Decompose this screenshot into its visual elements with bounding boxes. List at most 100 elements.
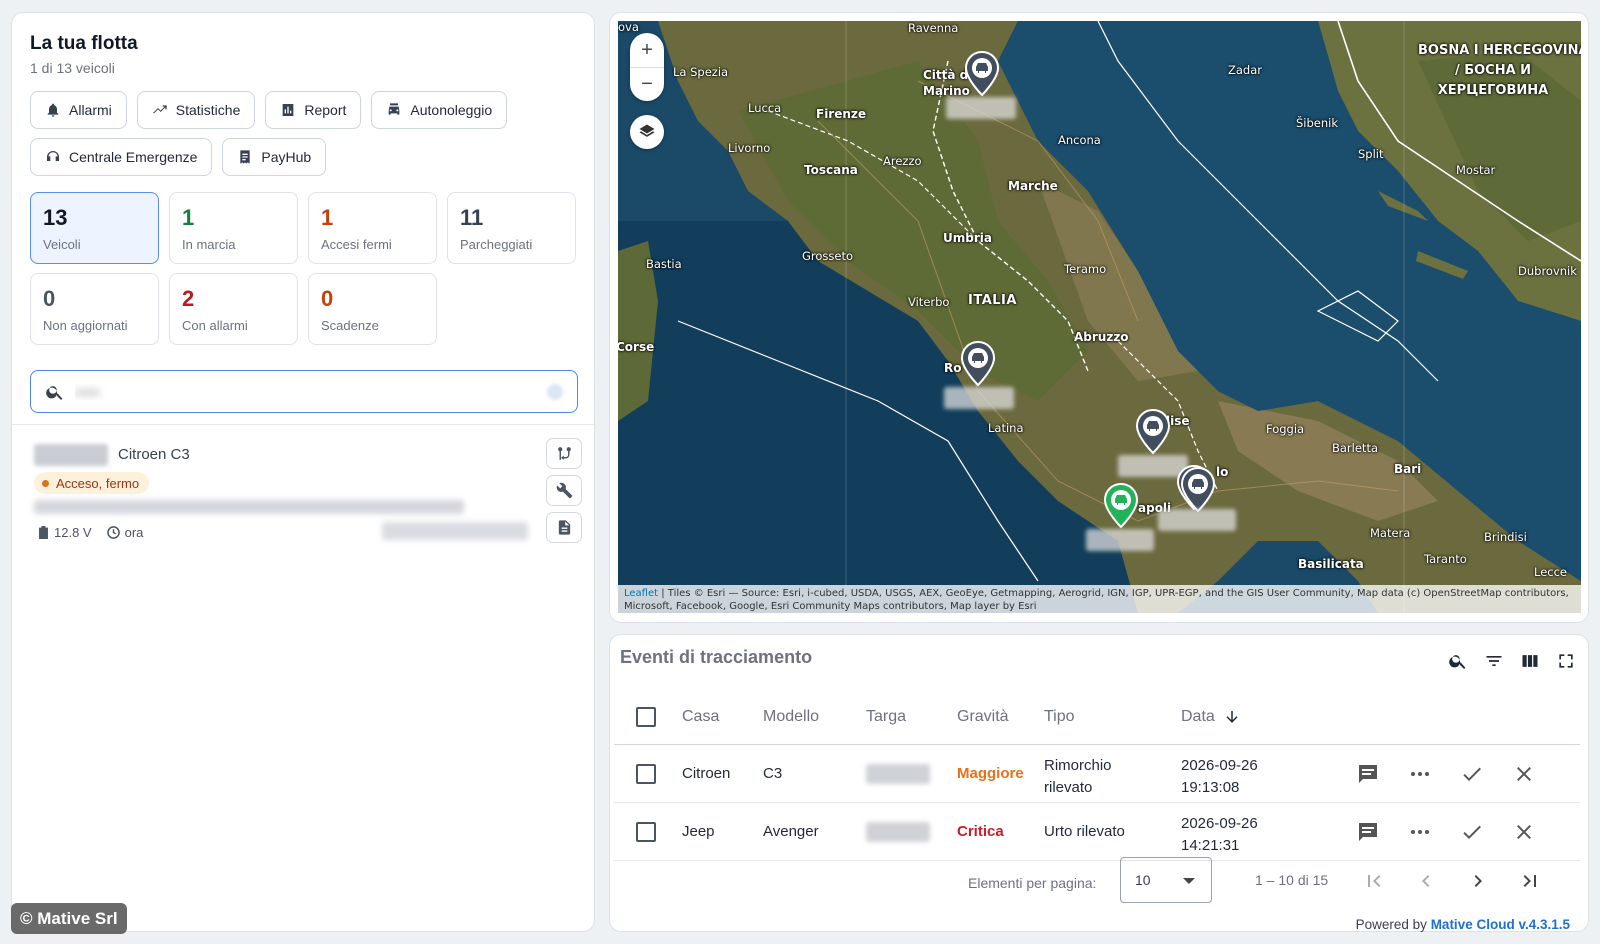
map-label: Brindisi [1484,530,1527,544]
map-label: La Spezia [673,65,729,79]
vehicle-actions [546,438,582,543]
fullscreen-icon[interactable] [1556,651,1576,671]
cell-model: Avenger [763,823,819,840]
column-header-plate[interactable]: Targa [866,689,906,744]
paginator: Elementi per pagina: 10 1 – 10 di 15 [610,857,1590,907]
column-header-date[interactable]: Data [1181,689,1241,744]
layers-button[interactable] [630,115,664,149]
copyright-watermark: © Mative Srl [11,903,127,934]
stat-parked[interactable]: 11 Parcheggiati [447,192,576,264]
stat-deadlines[interactable]: 0 Scadenze [308,273,437,345]
map-label: ITALIA [968,293,1017,308]
close-icon [1517,767,1531,781]
document-button[interactable] [546,512,582,543]
map-label: Šibenik [1296,116,1339,130]
search-icon [46,385,63,400]
maintenance-button[interactable] [546,475,582,506]
vehicle-status-text: Acceso, fermo [56,475,140,491]
table-row[interactable]: Citroen C3 Maggiore Rimorchio rilevato 20… [614,745,1580,803]
car-rental-icon [389,103,400,115]
row-checkbox-cell [636,745,656,802]
comment-button[interactable] [1356,820,1380,844]
map-label: Latina [988,421,1024,435]
stat-running[interactable]: 1 In marcia [169,192,298,264]
more-button[interactable] [1408,820,1432,844]
stat-not-updated[interactable]: 0 Non aggiornati [30,273,159,345]
zoom-out-button[interactable]: − [630,67,664,101]
leaflet-link[interactable]: Leaflet [624,588,658,599]
map-label-line: / БОСНА И [1454,63,1532,78]
map-label: Marche [1008,179,1058,193]
fleet-map[interactable]: + − Ravenna ova La Spezia Città di Marin… [618,21,1581,613]
vehicle-marker-label-redacted [946,97,1016,119]
vehicle-marker-icon[interactable] [1180,467,1216,513]
column-header-model[interactable]: Modello [763,689,819,744]
stat-value: 2 [182,286,195,311]
car-rental-button-label: Autonoleggio [410,102,493,118]
map-label: Mostar [1456,163,1496,177]
type-line: Rimorchio [1044,757,1112,774]
stat-label: Parcheggiati [460,237,533,252]
vehicle-marker-running-icon[interactable] [1103,483,1139,529]
last-page-button[interactable] [1518,869,1542,893]
vehicle-marker-icon[interactable] [1135,409,1171,455]
chevron-right-icon [1474,875,1482,887]
filter-icon[interactable] [1484,651,1504,671]
column-header-type[interactable]: Tipo [1044,689,1075,744]
row-checkbox[interactable] [636,763,656,784]
stat-vehicles[interactable]: 13 Veicoli [30,192,159,264]
page-size-select[interactable]: 10 [1120,857,1212,903]
previous-page-button[interactable] [1414,869,1438,893]
dismiss-button[interactable] [1512,762,1536,786]
table-row[interactable]: Jeep Avenger Critica Urto rilevato 2026-… [614,803,1580,861]
stat-value: 1 [321,205,334,230]
time-line: 14:21:31 [1181,837,1240,854]
more-button[interactable] [1408,762,1432,786]
stat-with-alarms[interactable]: 2 Con allarmi [169,273,298,345]
page-range: 1 – 10 di 15 [1255,872,1329,888]
vehicle-address-redacted [34,500,464,514]
report-button[interactable]: Report [265,91,362,129]
first-page-button[interactable] [1362,869,1386,893]
route-button[interactable] [546,438,582,469]
map-label: ova [618,21,639,34]
map-label: Ro [944,361,962,375]
comment-button[interactable] [1356,762,1380,786]
columns-icon[interactable] [1520,651,1540,671]
cell-date: 2026-09-26 19:13:08 [1181,745,1258,802]
vehicle-list-item[interactable]: Citroen C3 Acceso, fermo 12.8 V ora [30,436,582,556]
select-all-checkbox[interactable] [636,706,656,727]
tracking-events-panel: Eventi di tracciamento Casa Modello Targ… [609,634,1589,932]
powered-by-brand[interactable]: Mative Cloud v.4.3.1.5 [1431,917,1570,932]
vehicle-marker-icon[interactable] [960,341,996,387]
wrench-icon [556,482,572,499]
car-rental-button[interactable]: Autonoleggio [371,91,508,129]
map-label-line: ХЕРЦЕГОВИНА [1437,83,1549,98]
cell-model: C3 [763,765,783,782]
clear-search-icon[interactable] [547,384,563,400]
time-line: 19:13:08 [1181,779,1240,796]
stat-idle-on[interactable]: 1 Accesi fermi [308,192,437,264]
zoom-in-button[interactable]: + [630,33,664,67]
acknowledge-button[interactable] [1460,820,1484,844]
statistics-button[interactable]: Statistiche [136,91,256,129]
column-header-severity[interactable]: Gravità [957,689,1009,744]
search-icon[interactable] [1448,651,1468,671]
alarms-button[interactable]: Allarmi [30,91,127,129]
clock-icon [106,526,120,539]
emergency-center-button[interactable]: Centrale Emergenze [30,138,213,176]
map-label: Basilicata [1298,557,1364,571]
dismiss-button[interactable] [1512,820,1536,844]
powered-by-prefix: Powered by [1355,917,1431,932]
row-checkbox[interactable] [636,821,656,842]
fleet-subtitle: 1 di 13 veicoli [30,60,115,76]
more-horizontal-icon [1411,772,1429,776]
vehicle-marker-icon[interactable] [964,51,1000,97]
column-header-make[interactable]: Casa [682,689,719,744]
next-page-button[interactable] [1466,869,1490,893]
cell-type: Rimorchio rilevato [1044,745,1112,802]
cell-severity: Maggiore [957,765,1024,782]
vehicle-search-input[interactable] [75,383,515,400]
acknowledge-button[interactable] [1460,762,1484,786]
payhub-button[interactable]: PayHub [222,138,327,176]
